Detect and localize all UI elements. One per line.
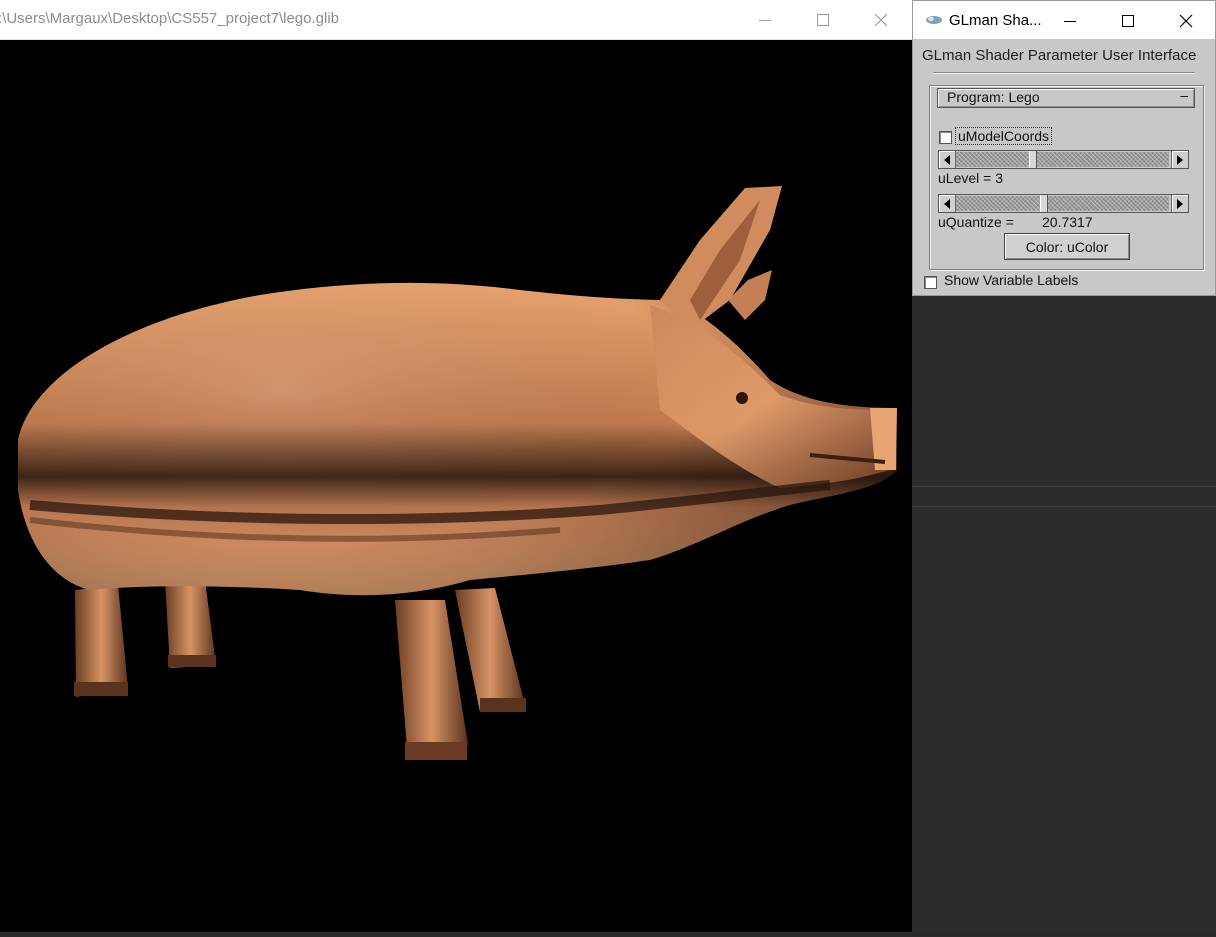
- panel-empty-area: [912, 296, 1216, 932]
- divider: [912, 486, 1216, 487]
- panel-body: GLman Shader Parameter User Interface Pr…: [913, 39, 1215, 295]
- uquantize-value: 20.7317: [1042, 214, 1093, 230]
- slider-thumb[interactable]: [1040, 195, 1048, 212]
- color-ucolor-button[interactable]: Color: uColor: [1004, 233, 1130, 260]
- render-titlebar[interactable]: :\Users\Margaux\Desktop\CS557_project7\l…: [0, 0, 912, 40]
- panel-heading: GLman Shader Parameter User Interface: [922, 47, 1197, 64]
- maximize-icon: [817, 13, 829, 26]
- arrow-left-icon: [944, 154, 950, 165]
- minimize-button[interactable]: [736, 0, 794, 39]
- pig-render: [18, 186, 897, 760]
- close-icon: [1179, 14, 1193, 27]
- panel-window-title: GLman Sha...: [949, 12, 1042, 29]
- render-window-title: :\Users\Margaux\Desktop\CS557_project7\l…: [0, 10, 340, 27]
- slider-right-arrow-button[interactable]: [1171, 151, 1188, 168]
- umodelcoords-checkbox[interactable]: [939, 131, 952, 144]
- panel-titlebar[interactable]: GLman Sha...: [913, 1, 1215, 39]
- parameter-panel-window: GLman Sha... GLman Shader Parameter User…: [912, 0, 1216, 932]
- slider-thumb[interactable]: [1029, 151, 1037, 168]
- heading-divider: [933, 72, 1195, 74]
- program-rollout-label: Program: Lego: [947, 89, 1040, 105]
- ulevel-slider[interactable]: [938, 150, 1189, 169]
- slider-left-arrow-button[interactable]: [939, 195, 956, 212]
- render-window: :\Users\Margaux\Desktop\CS557_project7\l…: [0, 0, 912, 932]
- arrow-right-icon: [1177, 198, 1183, 209]
- minimize-icon: [759, 19, 771, 21]
- close-button[interactable]: [852, 0, 910, 39]
- arrow-left-icon: [944, 198, 950, 209]
- uquantize-slider[interactable]: [938, 194, 1189, 213]
- close-icon: [874, 13, 888, 26]
- panel-maximize-button[interactable]: [1099, 1, 1157, 40]
- program-rollout-button[interactable]: Program: Lego –: [937, 87, 1195, 108]
- panel-minimize-button[interactable]: [1041, 1, 1099, 40]
- minimize-icon: [1064, 20, 1076, 22]
- show-variable-labels-checkbox[interactable]: [924, 276, 937, 289]
- program-rollout-group: Program: Lego – uModelCoords uLevel = 3: [929, 85, 1204, 270]
- panel-frame: GLman Sha... GLman Shader Parameter User…: [912, 0, 1216, 296]
- pig-leg: [75, 580, 525, 760]
- arrow-right-icon: [1177, 154, 1183, 165]
- show-variable-labels-label[interactable]: Show Variable Labels: [944, 272, 1078, 288]
- gl-viewport[interactable]: [0, 40, 912, 932]
- umodelcoords-label[interactable]: uModelCoords: [955, 127, 1053, 145]
- maximize-icon: [1122, 14, 1134, 27]
- maximize-button[interactable]: [794, 0, 852, 39]
- slider-track[interactable]: [956, 196, 1169, 211]
- slider-left-arrow-button[interactable]: [939, 151, 956, 168]
- collapse-icon: –: [1180, 87, 1188, 103]
- panel-close-button[interactable]: [1157, 1, 1215, 40]
- uquantize-label: uQuantize =: [938, 214, 1014, 230]
- ulevel-label: uLevel = 3: [938, 170, 1003, 186]
- divider: [912, 506, 1216, 507]
- slider-track[interactable]: [956, 152, 1169, 167]
- slider-right-arrow-button[interactable]: [1171, 195, 1188, 212]
- glman-app-icon: [926, 16, 942, 24]
